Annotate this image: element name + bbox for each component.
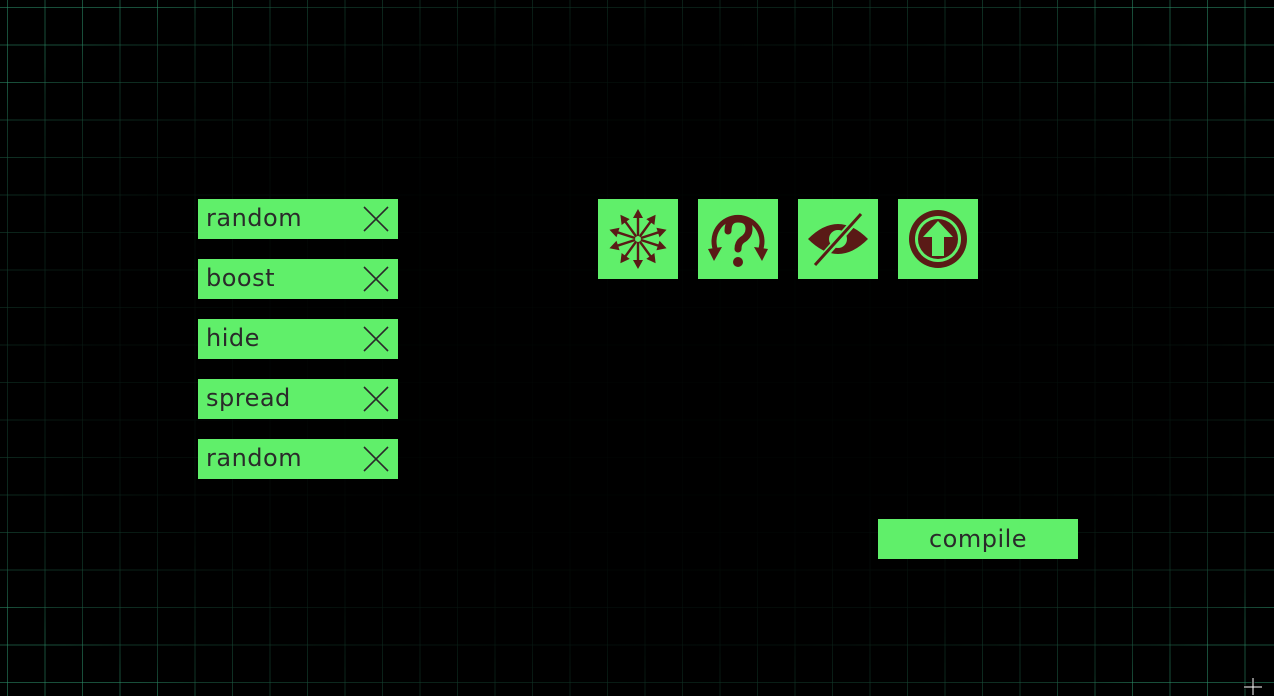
eye-off-icon xyxy=(808,210,868,270)
sequence-item-label: boost xyxy=(206,264,276,292)
tool-spread-button[interactable] xyxy=(598,199,678,279)
sequence-item-label: random xyxy=(206,204,303,232)
close-x-icon[interactable] xyxy=(362,445,390,473)
sequence-item-random[interactable]: random xyxy=(198,439,398,479)
tool-hide-button[interactable] xyxy=(798,199,878,279)
sequence-item-spread[interactable]: spread xyxy=(198,379,398,419)
close-x-icon[interactable] xyxy=(362,325,390,353)
sequence-item-label: random xyxy=(206,444,303,472)
close-x-icon[interactable] xyxy=(362,265,390,293)
sequence-item-label: spread xyxy=(206,384,291,412)
close-x-icon[interactable] xyxy=(362,385,390,413)
sequence-item-boost[interactable]: boost xyxy=(198,259,398,299)
question-cycle-icon xyxy=(708,214,768,267)
tool-boost-button[interactable] xyxy=(898,199,978,279)
sequence-item-label: hide xyxy=(206,324,260,352)
crosshair-cursor-icon xyxy=(1243,677,1263,696)
tool-random-button[interactable] xyxy=(698,199,778,279)
sequence-item-hide[interactable]: hide xyxy=(198,319,398,359)
close-x-icon[interactable] xyxy=(362,205,390,233)
spread-arrows-icon xyxy=(609,209,667,269)
grid-vignette xyxy=(0,0,1274,696)
sequence-item-random[interactable]: random xyxy=(198,199,398,239)
compile-button[interactable]: compile xyxy=(878,519,1078,559)
arrow-up-circle-icon xyxy=(909,210,967,268)
